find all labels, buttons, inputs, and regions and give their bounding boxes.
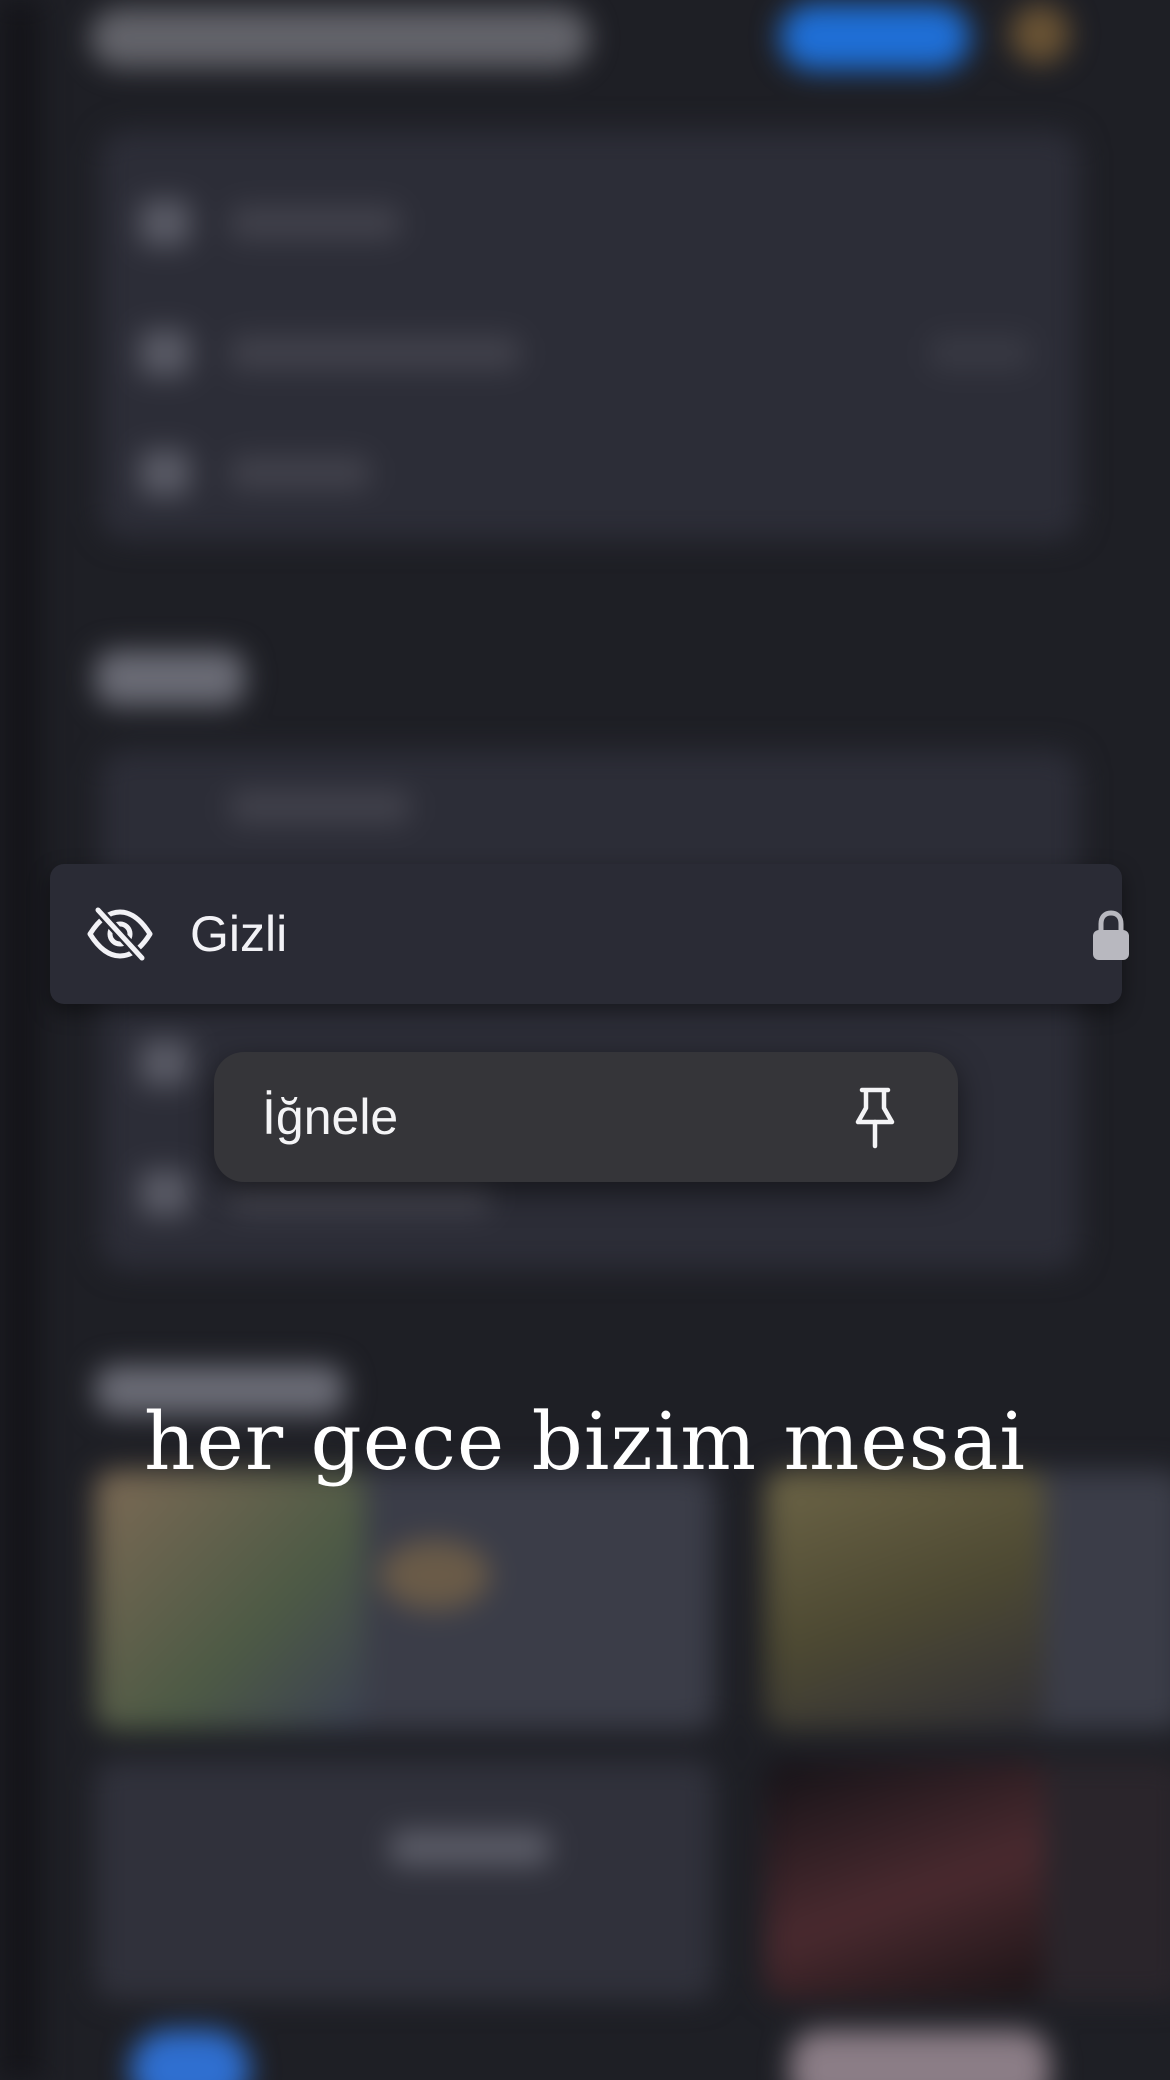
lock-icon [1093, 910, 1129, 960]
blurred-bottom-element [130, 2030, 250, 2080]
blurred-row-icon [140, 1040, 190, 1086]
overlay-caption: her gece bizim mesai [143, 1395, 1027, 1488]
blurred-bottom-element [790, 2030, 1050, 2080]
hidden-album-row[interactable]: Gizli [50, 864, 1129, 1004]
left-edge [0, 0, 40, 2080]
blurred-background [0, 0, 1170, 2080]
blurred-row-icon [140, 1170, 190, 1216]
blurred-tile [95, 1760, 715, 2000]
blurred-avatar [1010, 4, 1070, 64]
blurred-row-icon [140, 200, 190, 246]
context-menu: İğnele [214, 1052, 958, 1182]
blurred-header-title [90, 8, 590, 68]
blurred-row-icon [140, 330, 190, 376]
blurred-row-text [230, 790, 410, 824]
screen: Gizli İğnele her gece bizim mesai [0, 0, 1170, 2080]
blurred-tile-image [765, 1760, 1045, 2000]
eye-slash-icon [87, 906, 153, 962]
blurred-tile-detail [380, 1540, 490, 1610]
pin-icon [855, 1087, 895, 1149]
blurred-tile-text [390, 1830, 550, 1866]
blurred-row-text [230, 456, 370, 490]
blurred-row-value [930, 336, 1030, 370]
blurred-tile-image [765, 1470, 1045, 1730]
blurred-tile-image [95, 1470, 365, 1730]
blurred-row-icon [140, 450, 190, 496]
pin-menu-label: İğnele [262, 1089, 399, 1145]
context-menu-item-pin[interactable]: İğnele [214, 1052, 958, 1182]
blurred-row-text [230, 1180, 490, 1214]
blurred-row-text [230, 336, 520, 370]
blurred-header-button [780, 4, 970, 70]
blurred-row-text [230, 206, 400, 240]
hidden-album-label: Gizli [190, 906, 288, 962]
blurred-section-title [95, 650, 245, 706]
